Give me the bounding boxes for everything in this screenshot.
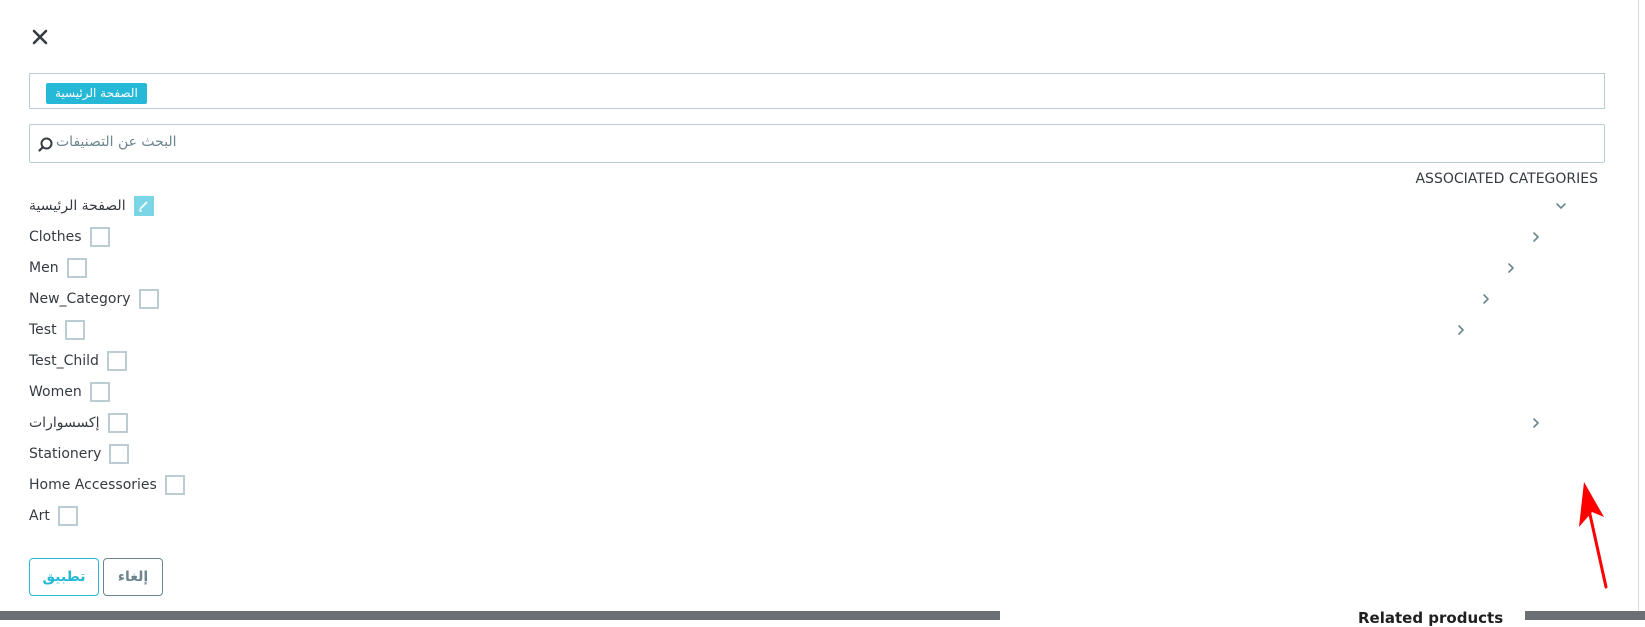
selected-category-tag[interactable]: الصفحة الرئيسية [46,83,147,104]
tree-item-checkbox[interactable] [57,506,78,526]
chevron-right-icon[interactable] [1529,416,1543,430]
tree-item[interactable]: Stationery [29,439,130,469]
tree-item[interactable]: إكسسوارات [29,408,128,438]
tree-item-checkbox[interactable] [106,351,127,371]
tree-item-checkbox[interactable] [164,475,185,495]
tree-item-label: إكسسوارات [29,415,100,431]
tree-item-checkbox[interactable] [89,382,110,402]
background-heading: Related products [1358,609,1504,627]
tree-item-label: Art [29,508,50,524]
chevron-right-icon[interactable] [1529,230,1543,244]
tree-item[interactable]: New_Category [29,284,159,314]
search-input[interactable] [56,127,1596,160]
tree-item[interactable]: Test_Child [29,346,127,376]
tree-item-checkbox[interactable] [89,227,110,247]
apply-button[interactable]: تطبيق [29,558,99,596]
tree-item[interactable]: Art [29,501,78,531]
category-search[interactable] [29,124,1605,163]
tree-item-checkbox[interactable] [66,258,87,278]
tree-item[interactable]: Test [29,315,85,345]
chevron-right-icon[interactable] [1454,323,1468,337]
tree-item-root[interactable]: الصفحة الرئيسية [29,191,154,221]
chevron-down-icon[interactable] [1554,199,1568,213]
scrollbar[interactable] [1638,0,1645,611]
tree-item-label: Test_Child [29,353,99,369]
category-modal: الصفحة الرئيسية البحث عن التصنيفات ASSOC… [0,0,1638,611]
tree-item-checkbox[interactable] [107,413,128,433]
tree-item-label: الصفحة الرئيسية [29,198,126,214]
tree-item[interactable]: Men [29,253,87,283]
chevron-right-icon[interactable] [1504,261,1518,275]
search-icon [38,136,56,154]
chevron-right-icon[interactable] [1479,292,1493,306]
tree-item-checkbox[interactable] [138,289,159,309]
tree-item-checkbox[interactable] [64,320,85,340]
tree-item-label: Women [29,384,82,400]
tree-item[interactable]: Clothes [29,222,110,252]
tree-item[interactable]: Home Accessories [29,470,185,500]
associated-categories-label: ASSOCIATED CATEGORIES [1415,171,1598,187]
cancel-button[interactable]: إلغاء [103,558,163,596]
annotation-arrow [1566,482,1616,592]
tree-item-label: Men [29,260,59,276]
modal-footer: تطبيق إلغاء [29,558,163,596]
selected-categories-box[interactable]: الصفحة الرئيسية [29,73,1605,109]
tree-item-label: Stationery [29,446,102,462]
tree-item-checkbox[interactable] [133,196,154,216]
close-icon[interactable] [29,26,51,48]
tree-item-label: New_Category [29,291,131,307]
tree-item-label: Home Accessories [29,477,157,493]
tree-item-checkbox[interactable] [109,444,130,464]
tree-item-label: Test [29,322,57,338]
tree-item[interactable]: Women [29,377,110,407]
tree-item-label: Clothes [29,229,82,245]
